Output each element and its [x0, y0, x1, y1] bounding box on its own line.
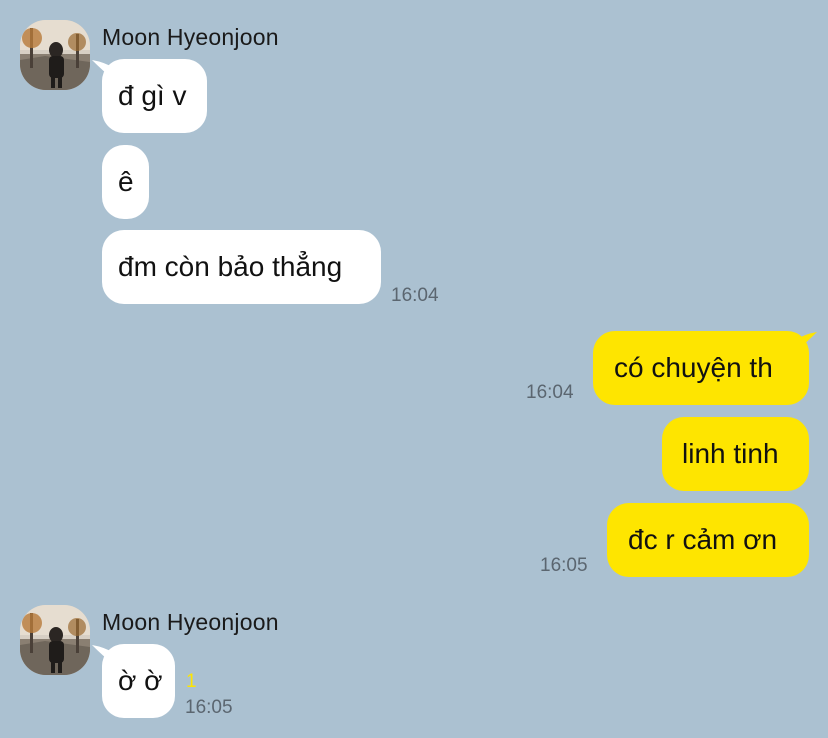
message-timestamp: 16:05 — [185, 697, 233, 718]
incoming-message-bubble[interactable]: ê — [102, 145, 149, 219]
message-text: đm còn bảo thẳng — [118, 251, 343, 282]
sender-avatar[interactable] — [20, 20, 90, 90]
message-text: ờ ờ — [118, 665, 163, 696]
message-text: đ gì v — [118, 80, 187, 111]
message-text: ê — [118, 166, 134, 197]
unread-count: 1 — [186, 671, 197, 692]
message-text: có chuyện th — [614, 352, 773, 383]
outgoing-message-bubble[interactable]: có chuyện th — [593, 331, 809, 405]
sender-name: Moon Hyeonjoon — [102, 24, 279, 50]
sender-name: Moon Hyeonjoon — [102, 609, 279, 635]
message-text: đc r cảm ơn — [628, 524, 778, 555]
sender-avatar[interactable] — [20, 605, 90, 675]
message-timestamp: 16:05 — [540, 555, 588, 576]
outgoing-message-bubble[interactable]: linh tinh — [662, 417, 809, 491]
message-timestamp: 16:04 — [526, 382, 574, 403]
avatar-photo-icon — [20, 605, 90, 675]
incoming-message-bubble[interactable]: đ gì v — [102, 59, 207, 133]
avatar-photo-icon — [20, 20, 90, 90]
incoming-message-bubble[interactable]: ờ ờ — [102, 644, 175, 718]
incoming-message-bubble[interactable]: đm còn bảo thẳng — [102, 230, 381, 304]
message-text: linh tinh — [682, 438, 779, 469]
message-timestamp: 16:04 — [391, 285, 439, 306]
outgoing-message-bubble[interactable]: đc r cảm ơn — [607, 503, 809, 577]
